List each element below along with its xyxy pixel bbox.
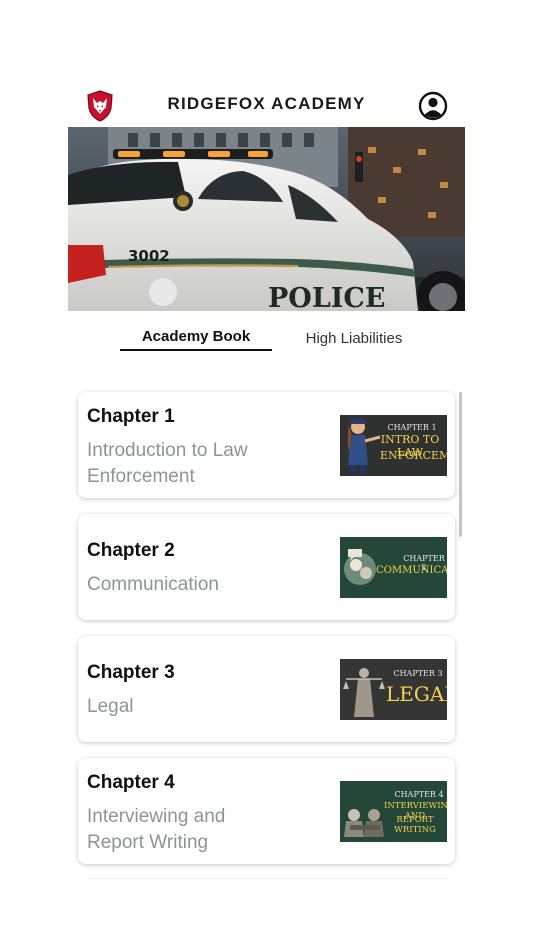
chapter-subtitle: Communication	[87, 574, 219, 595]
chapter-title: Chapter 3	[87, 662, 175, 683]
hero-image: 3002 POLICE	[68, 127, 465, 311]
chapter-thumbnail: CHAPTER 1 INTRO TO LAW ENFORCEMENT	[340, 415, 447, 476]
chapter-thumbnail: CHAPTER 2 COMMUNICATION	[340, 537, 447, 598]
chapter-subtitle: Introduction to Law Enforcement	[87, 440, 248, 487]
chapter-card-2[interactable]: Chapter 2 Communication CHAPTER 2 COMMUN…	[78, 514, 455, 620]
svg-text:3002: 3002	[128, 247, 170, 265]
active-tab-indicator	[120, 349, 272, 351]
police-text: POLICE	[268, 283, 386, 311]
app-header: RIDGEFOX ACADEMY	[68, 86, 465, 126]
list-bottom-edge	[86, 878, 450, 879]
chapter-card-4[interactable]: Chapter 4 Interviewing and Report Writin…	[78, 758, 455, 864]
user-circle-icon[interactable]	[418, 91, 448, 121]
chapter-list[interactable]: Chapter 1 Introduction to Law Enforcemen…	[78, 390, 458, 880]
chapter-subtitle: Interviewing and Report Writing	[87, 806, 226, 853]
chapter-card-3[interactable]: Chapter 3 Legal CHAPTER 3 LEGAL	[78, 636, 455, 742]
chapter-subtitle: Legal	[87, 696, 134, 717]
chapter-title: Chapter 2	[87, 540, 175, 561]
chapter-thumbnail: CHAPTER 3 LEGAL	[340, 659, 447, 720]
chapter-card-1[interactable]: Chapter 1 Introduction to Law Enforcemen…	[78, 392, 455, 498]
chapter-title: Chapter 1	[87, 406, 175, 427]
tab-high-liabilities[interactable]: High Liabilities	[286, 330, 422, 347]
chapter-title: Chapter 4	[87, 772, 175, 793]
list-scrollbar[interactable]	[459, 392, 462, 537]
chapter-thumbnail: CHAPTER 4 INTERVIEWING AND REPORT WRITIN…	[340, 781, 447, 842]
tab-bar: Academy Book High Liabilities	[68, 322, 465, 356]
police-car-image: 3002 POLICE	[68, 127, 465, 311]
tab-academy-book[interactable]: Academy Book	[120, 328, 272, 345]
app-title: RIDGEFOX ACADEMY	[167, 94, 366, 113]
